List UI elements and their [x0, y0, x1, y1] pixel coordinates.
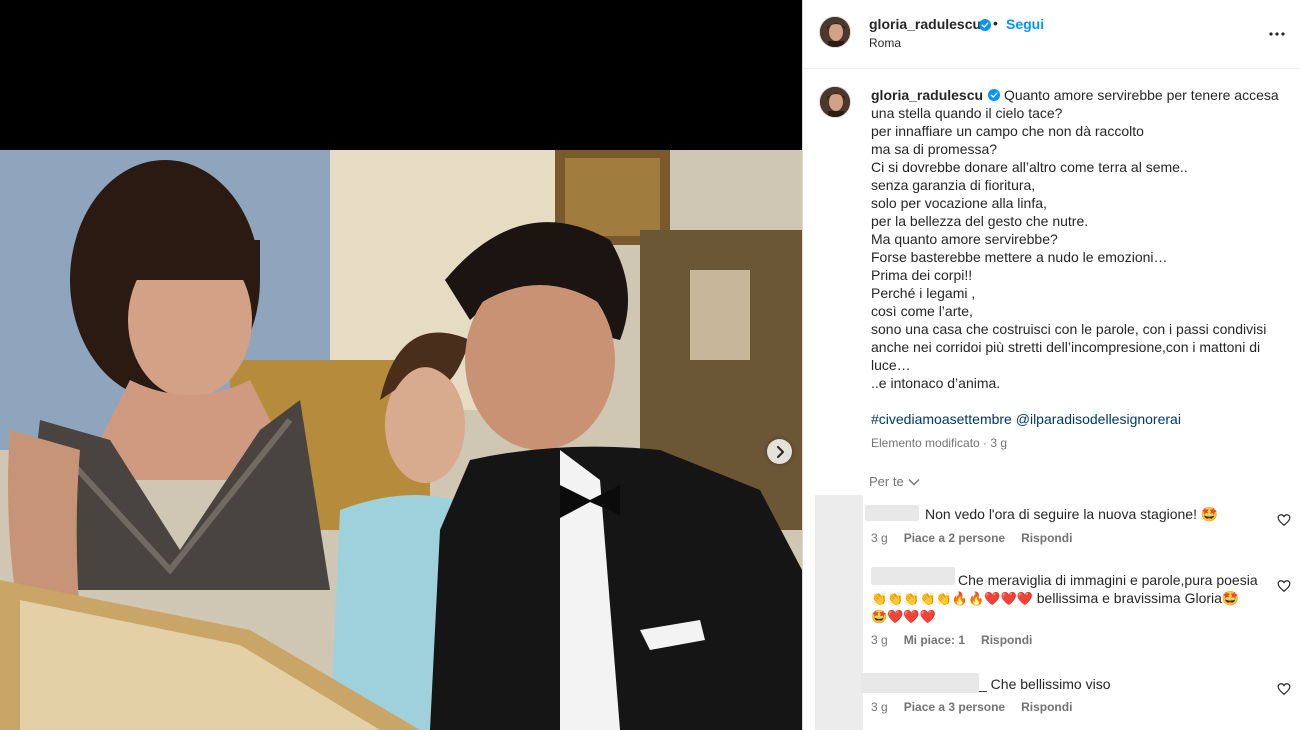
post-photo — [0, 150, 802, 730]
avatar-image — [820, 87, 850, 117]
caption-first-line: gloria_radulescu Quanto amore servirebbe… — [871, 86, 1279, 104]
heart-icon[interactable] — [1277, 513, 1291, 527]
follow-button[interactable]: Segui — [1006, 16, 1044, 32]
comment-meta: 3 g Mi piace: 1 Rispondi — [871, 633, 1032, 647]
comment-sort-label: Per te — [869, 474, 904, 489]
comment-emojis: 👏👏👏👏👏🔥🔥❤️❤️❤️ — [871, 591, 1033, 606]
comment-text-segment: bellissima e bravissima Gloria🤩 — [1032, 590, 1240, 606]
comment-emojis: 🤩❤️❤️❤️ — [871, 609, 936, 624]
caption-text-line: ..e intonaco d’anima. — [871, 375, 1001, 391]
caption-text-line: per innaffiare un campo che non dà racco… — [871, 123, 1144, 139]
mention-link[interactable]: @ilparadisodellesignorerai — [1016, 411, 1181, 427]
photo-illustration — [0, 150, 802, 730]
comment-time: 3 g — [871, 531, 888, 545]
comment-text-line: 👏👏👏👏👏🔥🔥❤️❤️❤️ bellissima e bravissima Gl… — [871, 589, 1271, 607]
caption-text-line: Prima dei corpi!! — [871, 267, 973, 283]
post-media[interactable] — [0, 0, 802, 730]
comment-likes[interactable]: Mi piace: 1 — [904, 633, 965, 647]
verified-badge — [976, 17, 991, 33]
caption-text-line: Quanto amore servirebbe per tenere acces… — [1003, 87, 1279, 103]
comment-time: 3 g — [871, 633, 888, 647]
caption-text-line: luce… — [871, 357, 911, 373]
reply-button[interactable]: Rispondi — [1021, 700, 1072, 714]
comment-meta: 3 g Piace a 3 persone Rispondi — [871, 700, 1072, 714]
caption-text-line: solo per vocazione alla linfa, — [871, 195, 1047, 211]
redacted-username — [861, 673, 979, 693]
caption-text-line: Perché i legami , — [871, 285, 976, 301]
author-username[interactable]: gloria_radulescu — [869, 16, 981, 32]
caption-text-line: sono una casa che costruisci con le paro… — [871, 321, 1267, 337]
caption-text-line: una stella quando il cielo tace? — [871, 105, 1063, 121]
comment-time: 3 g — [871, 700, 888, 714]
post-side-panel: gloria_radulescu • Segui Roma gloria_rad… — [802, 0, 1300, 730]
next-image-button[interactable] — [767, 439, 792, 464]
reply-button[interactable]: Rispondi — [1021, 531, 1072, 545]
separator-dot: • — [993, 15, 998, 31]
comment-text-line: 🤩❤️❤️❤️ — [871, 607, 1171, 625]
comment-sort-dropdown[interactable]: Per te — [869, 474, 920, 489]
comments-scroll-edge — [815, 495, 863, 730]
caption-text-line: così come l’arte, — [871, 303, 973, 319]
comment-text: Non vedo l'ora di seguire la nuova stagi… — [925, 506, 1219, 522]
chevron-right-icon — [776, 445, 784, 458]
caption-text-line: anche nei corridoi più stretti dell’inco… — [871, 339, 1261, 355]
post-header: gloria_radulescu • Segui Roma — [803, 0, 1300, 69]
post-location[interactable]: Roma — [869, 36, 901, 50]
caption-text-line: senza garanzia di fioritura, — [871, 177, 1036, 193]
comment-likes[interactable]: Piace a 3 persone — [904, 700, 1005, 714]
caption-text-line: Ma quanto amore servirebbe? — [871, 231, 1058, 247]
comment-text: _ Che bellissimo viso — [979, 676, 1111, 692]
comment-text: Che meraviglia di immagini e parole,pura… — [958, 572, 1258, 588]
caption-hashtags: #civediamoasettembre @ilparadisodellesig… — [871, 411, 1181, 427]
more-options-icon — [1269, 32, 1285, 36]
hashtag-link[interactable]: #civediamoasettembre — [871, 411, 1012, 427]
verified-badge-icon — [988, 89, 1001, 101]
avatar-image — [820, 17, 850, 47]
caption-text-line: Ci si dovrebbe donare all’altro come ter… — [871, 159, 1188, 175]
edited-timestamp: Elemento modificato · 3 g — [871, 436, 1008, 450]
post-caption: gloria_radulescu Quanto amore servirebbe… — [871, 86, 1279, 392]
comment-likes[interactable]: Piace a 2 persone — [904, 531, 1005, 545]
caption-author-avatar[interactable] — [819, 86, 851, 118]
chevron-down-icon — [908, 478, 920, 485]
verified-badge-icon — [979, 19, 991, 31]
reply-button[interactable]: Rispondi — [981, 633, 1032, 647]
redacted-username — [865, 505, 919, 521]
author-avatar[interactable] — [819, 16, 851, 48]
caption-text-line: Forse basterebbe mettere a nudo le emozi… — [871, 249, 1168, 265]
heart-icon[interactable] — [1277, 682, 1291, 696]
comment-meta: 3 g Piace a 2 persone Rispondi — [871, 531, 1072, 545]
caption-text-line: per la bellezza del gesto che nutre. — [871, 213, 1089, 229]
redacted-username — [871, 567, 955, 585]
heart-icon[interactable] — [1277, 579, 1291, 593]
more-options-button[interactable] — [1265, 22, 1289, 46]
caption-username[interactable]: gloria_radulescu — [871, 87, 983, 103]
caption-text-line: ma sa di promessa? — [871, 141, 998, 157]
